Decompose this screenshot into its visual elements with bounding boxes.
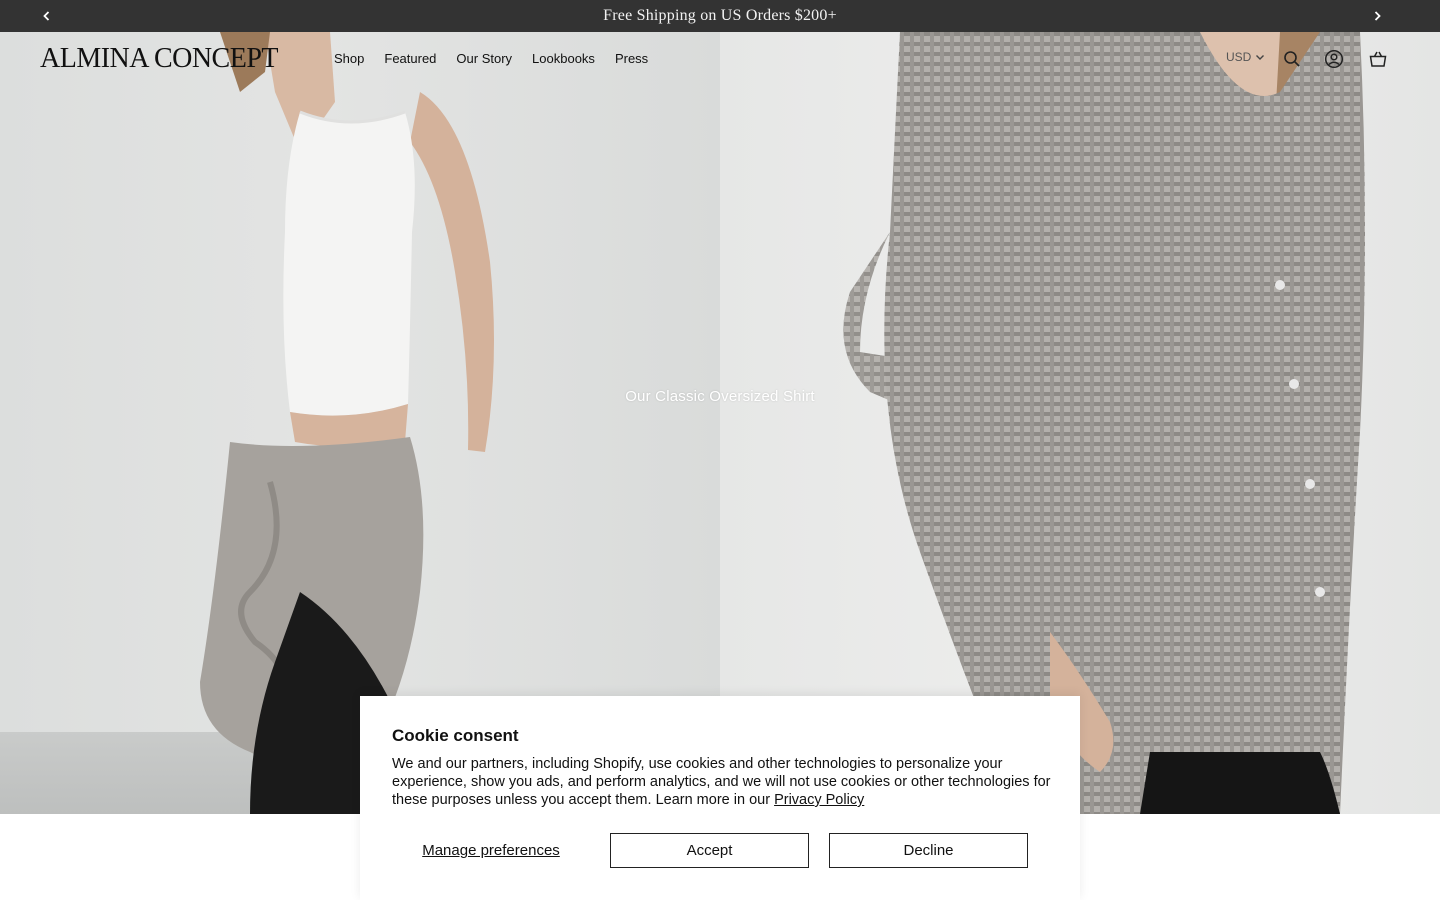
announcement-prev-button[interactable] xyxy=(31,0,63,32)
announcement-bar: Free Shipping on US Orders $200+ xyxy=(0,0,1440,32)
currency-label: USD xyxy=(1226,50,1252,64)
cart-icon xyxy=(1369,51,1387,67)
chevron-down-icon xyxy=(1256,55,1265,60)
currency-selector[interactable]: USD xyxy=(1226,50,1265,64)
account-button[interactable] xyxy=(1322,47,1346,71)
cookie-consent-dialog: Cookie consent We and our partners, incl… xyxy=(360,696,1080,900)
site-logo[interactable]: ALMINA CONCEPT xyxy=(40,44,279,74)
cookie-body: We and our partners, including Shopify, … xyxy=(392,755,1052,809)
hero-caption[interactable]: Our Classic Oversized Shirt xyxy=(0,388,1440,405)
cookie-body-text: We and our partners, including Shopify, … xyxy=(392,756,1051,808)
search-button[interactable] xyxy=(1280,47,1304,71)
cookie-actions: Manage preferences Accept Decline xyxy=(392,833,1028,868)
accept-button[interactable]: Accept xyxy=(610,833,809,868)
main-nav: Shop Featured Our Story Lookbooks Press xyxy=(334,51,648,67)
nav-item-press[interactable]: Press xyxy=(615,51,648,67)
nav-item-shop[interactable]: Shop xyxy=(334,51,364,67)
manage-preferences-button[interactable]: Manage preferences xyxy=(392,833,590,868)
announcement-next-button[interactable] xyxy=(1361,0,1393,32)
announcement-text: Free Shipping on US Orders $200+ xyxy=(603,7,837,24)
privacy-policy-link[interactable]: Privacy Policy xyxy=(774,792,864,808)
decline-button[interactable]: Decline xyxy=(829,833,1028,868)
search-icon xyxy=(1284,51,1300,67)
chevron-right-icon xyxy=(1374,11,1381,21)
nav-item-featured[interactable]: Featured xyxy=(384,51,436,67)
chevron-left-icon xyxy=(43,11,50,21)
cart-button[interactable] xyxy=(1366,47,1390,71)
cookie-title: Cookie consent xyxy=(392,726,519,745)
nav-item-our-story[interactable]: Our Story xyxy=(456,51,512,67)
nav-item-lookbooks[interactable]: Lookbooks xyxy=(532,51,595,67)
account-icon xyxy=(1324,49,1344,69)
site-header: ALMINA CONCEPT Shop Featured Our Story L… xyxy=(0,32,1440,86)
